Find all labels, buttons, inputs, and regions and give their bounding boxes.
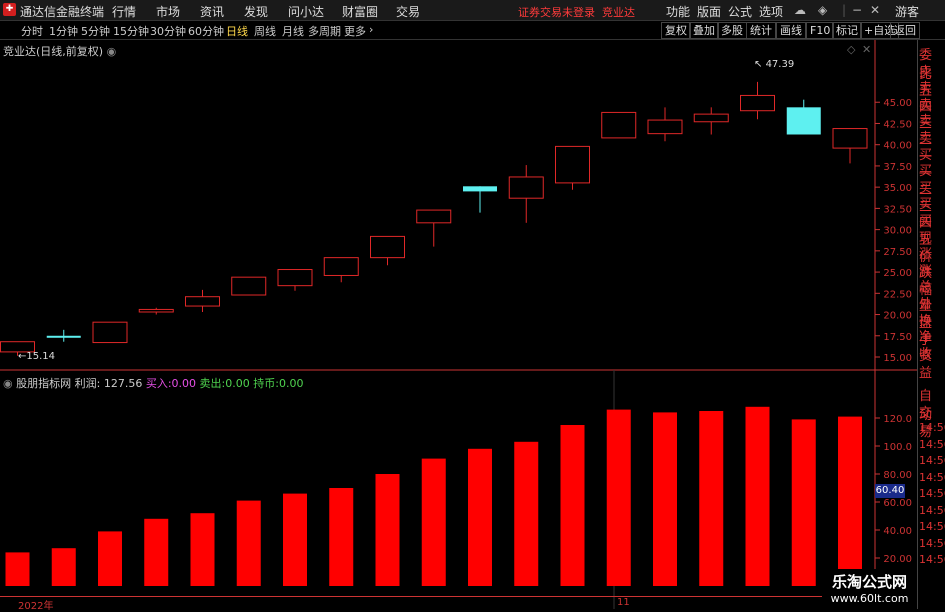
indicator-bar — [468, 448, 492, 586]
indicator-header: ◉ 股朋指标网 利润: 127.56 买入:0.00 卖出:0.00 持币:0.… — [3, 375, 303, 391]
indicator-bar — [236, 500, 261, 586]
candle — [740, 94, 775, 112]
watermark: 乐淘公式网 www.60lt.com — [822, 569, 917, 609]
indicator-bar — [699, 411, 724, 586]
price-tick-label: 17.50 — [883, 332, 912, 343]
candle — [693, 113, 729, 123]
indicator-bar — [560, 425, 585, 586]
price-tick-label: 37.50 — [883, 162, 912, 173]
indicator-tick-label: 120.0 — [883, 414, 912, 425]
indicator-tick-label: 100.0 — [883, 442, 912, 453]
candle — [508, 176, 544, 199]
indicator-bar — [375, 474, 400, 586]
quote-field-label: 收益 — [919, 346, 933, 381]
candle — [46, 335, 81, 338]
candle — [832, 128, 868, 149]
indicator-tick-label: 80.00 — [883, 470, 912, 481]
candle — [92, 321, 128, 344]
candle — [185, 296, 220, 307]
low-marker-value: 15.14 — [26, 351, 56, 362]
candle — [416, 209, 452, 224]
indicator-bar — [421, 458, 446, 586]
indicator-bar — [653, 412, 677, 586]
tick-time: 14:56 — [919, 553, 945, 566]
indicator-name: 股朋指标网 — [16, 377, 72, 390]
tick-time: 14:56 — [919, 536, 945, 550]
indicator-bar — [5, 552, 30, 586]
price-tick-label: 20.00 — [883, 311, 912, 322]
candle — [323, 257, 359, 276]
tick-time: 14:56 — [919, 421, 945, 434]
indicator-bar — [791, 419, 816, 586]
price-tick-label: 45.00 — [883, 98, 912, 109]
bottom-axis-line — [0, 596, 875, 597]
candle — [231, 276, 267, 296]
indicator-bar — [329, 488, 354, 586]
profit-value: 127.56 — [103, 377, 143, 390]
high-marker: ↖ 47.39 — [754, 59, 795, 70]
year-label: 2022年 — [18, 601, 54, 612]
indicator-bar — [745, 406, 770, 586]
watermark-url: www.60lt.com — [830, 592, 909, 605]
candle — [463, 186, 497, 192]
month-label: 11 — [617, 597, 630, 608]
candle — [370, 235, 405, 259]
buy-value: 0.00 — [171, 377, 197, 390]
candle — [601, 111, 637, 139]
candle — [138, 308, 174, 313]
tick-time: 14:56 — [919, 487, 945, 500]
hold-label: 持币: — [253, 377, 279, 390]
sell-label: 卖出: — [199, 377, 226, 390]
candle — [555, 145, 590, 184]
price-tick-label: 30.00 — [883, 226, 912, 237]
price-tick-label: 27.50 — [883, 247, 912, 258]
buy-label: 买入: — [145, 377, 172, 390]
indicator-tick-label: 20.00 — [883, 554, 912, 565]
indicator-bar — [144, 518, 169, 586]
price-tick-label: 40.00 — [883, 141, 912, 152]
hold-value: 0.00 — [278, 377, 304, 390]
current-value-badge: 60.40 — [875, 484, 905, 498]
indicator-tick-label: 40.00 — [883, 526, 912, 537]
price-tick-label: 42.50 — [883, 119, 912, 130]
sell-value: 0.00 — [225, 377, 250, 390]
candle — [277, 269, 313, 287]
price-tick-label: 25.00 — [883, 268, 912, 279]
indicator-bar — [606, 409, 631, 586]
high-marker-value: 47.39 — [765, 59, 795, 70]
indicator-bar — [838, 416, 862, 586]
indicator-tick-label: 60.00 — [883, 498, 912, 509]
price-tick-label: 22.50 — [883, 289, 912, 300]
price-tick-label: 35.00 — [883, 183, 912, 194]
tick-time: 14:56 — [919, 454, 945, 467]
indicator-dropdown-icon[interactable]: ◉ — [3, 377, 13, 390]
tick-time: 14:56 — [919, 520, 945, 533]
tick-time: 14:56 — [919, 470, 945, 484]
indicator-bar — [98, 531, 122, 586]
indicator-bar — [514, 441, 539, 586]
tick-time: 14:56 — [919, 437, 945, 451]
indicator-bar — [51, 548, 76, 586]
price-tick-label: 32.50 — [883, 204, 912, 215]
candle — [647, 119, 683, 135]
watermark-name: 乐淘公式网 — [831, 573, 907, 591]
indicator-bar — [190, 513, 215, 586]
tick-time: 14:56 — [919, 503, 945, 517]
low-marker: ←15.14 — [18, 351, 56, 362]
chart-canvas: 45.00 42.50 40.00 37.50 35.00 32.50 30.00 27.50… — [0, 40, 917, 609]
profit-label: 利润: — [74, 377, 101, 390]
candle — [786, 107, 821, 135]
indicator-bar — [283, 493, 307, 586]
price-tick-label: 15.00 — [883, 353, 912, 364]
